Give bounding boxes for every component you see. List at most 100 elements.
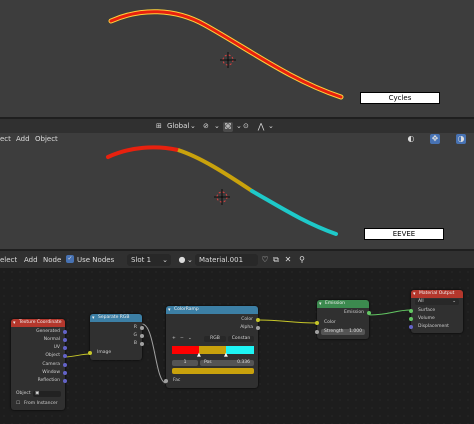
- node-emission[interactable]: Emission Emission Color Strength 1.000: [315, 300, 371, 339]
- node-separate-rgb-title: Separate RGB: [98, 315, 130, 320]
- pivot-chevron-icon[interactable]: ⌄: [214, 121, 220, 131]
- socket-reflection[interactable]: [63, 379, 67, 383]
- ramp-stop-color-swatch[interactable]: [172, 368, 254, 374]
- slot-dropdown[interactable]: Slot 1 ⌄: [127, 254, 171, 266]
- node-texture-coordinate[interactable]: Texture Coordinate Generated Normal UV O…: [11, 319, 67, 410]
- out-r: R: [133, 325, 137, 330]
- node-material-output-header[interactable]: Material Output: [411, 290, 463, 298]
- out-g: G: [133, 333, 138, 338]
- out-emission: Emission: [343, 310, 364, 315]
- socket-generated[interactable]: [63, 330, 67, 334]
- snap-chevron-icon[interactable]: ⌄: [236, 121, 242, 131]
- socket-b[interactable]: [140, 342, 144, 346]
- ramp-stop-2[interactable]: ▲: [224, 352, 228, 358]
- socket-ramp-color[interactable]: [256, 318, 260, 322]
- pivot-icon[interactable]: ⊘: [203, 121, 209, 131]
- ramp-gradient[interactable]: [172, 346, 254, 354]
- link-color-color: [257, 319, 318, 324]
- in-fac: Fac: [173, 378, 181, 383]
- slot-dropdown-label: Slot 1: [131, 256, 152, 264]
- eevee-label: EEVEE: [364, 228, 444, 240]
- socket-camera[interactable]: [63, 363, 67, 367]
- strength-field[interactable]: Strength 1.000: [321, 329, 365, 335]
- out-alpha: Alpha: [240, 325, 253, 330]
- node-colorramp-title: ColorRamp: [174, 307, 199, 312]
- node-separate-rgb[interactable]: Separate RGB R G B Image: [88, 314, 144, 360]
- node-colorramp[interactable]: ColorRamp Color Alpha + − ⌄ RGB Constan …: [164, 306, 260, 388]
- material-name-field[interactable]: Material.001: [195, 254, 258, 266]
- socket-g[interactable]: [140, 334, 144, 338]
- ramp-remove-button[interactable]: −: [180, 336, 184, 342]
- out-uv: UV: [53, 345, 60, 350]
- pin-icon[interactable]: ⚲: [297, 255, 307, 265]
- ramp-stop-index[interactable]: 1: [172, 360, 198, 366]
- output-target-chevron-icon: ⌄: [452, 299, 456, 304]
- proportional-icon[interactable]: ⊙: [243, 121, 249, 131]
- node-colorramp-header[interactable]: ColorRamp: [166, 306, 258, 314]
- socket-surface[interactable]: [409, 309, 413, 313]
- in-image: Image: [97, 350, 112, 355]
- use-nodes-label: Use Nodes: [77, 256, 115, 264]
- node-menu-node[interactable]: Node: [43, 255, 61, 265]
- fake-user-icon[interactable]: ♡: [260, 255, 270, 265]
- from-instancer-checkbox[interactable]: ☐: [16, 401, 20, 407]
- out-object: Object: [45, 353, 60, 358]
- node-emission-title: Emission: [325, 301, 346, 306]
- node-editor-header: elect Add Node ✓ Use Nodes Slot 1 ⌄ ● ⌄ …: [0, 251, 474, 268]
- node-material-output[interactable]: Material Output All ⌄ Surface Volume Dis…: [409, 290, 463, 333]
- duplicate-material-icon[interactable]: ⧉: [271, 255, 281, 265]
- out-window: Window: [42, 370, 60, 375]
- viewport-header: ⊞ Global ⌄ ⊘ ⌄ ⌘ ⌄ ⊙ ⋀ ⌄: [0, 119, 474, 133]
- cycles-curve: [109, 10, 343, 99]
- ramp-interp-dropdown[interactable]: Constan: [228, 336, 254, 342]
- socket-uv[interactable]: [63, 346, 67, 350]
- out-color: Color: [241, 317, 253, 322]
- socket-image[interactable]: [88, 351, 92, 355]
- socket-ramp-alpha[interactable]: [256, 326, 260, 330]
- material-sphere-icon[interactable]: ●: [177, 255, 187, 265]
- link-object-image: [63, 353, 91, 358]
- out-generated: Generated: [36, 329, 60, 334]
- eevee-curve-yellow: [177, 148, 254, 193]
- snap-icon[interactable]: ⌘: [223, 122, 233, 132]
- link-r-fac: [141, 323, 167, 384]
- node-emission-header[interactable]: Emission: [317, 300, 369, 308]
- socket-emission-color[interactable]: [315, 321, 319, 325]
- out-normal: Normal: [43, 337, 60, 342]
- falloff-icon[interactable]: ⋀: [256, 122, 266, 132]
- out-camera: Camera: [42, 362, 60, 367]
- output-target-dropdown[interactable]: All ⌄: [415, 299, 459, 305]
- node-separate-rgb-header[interactable]: Separate RGB: [90, 314, 142, 322]
- ramp-pos-label: Pos: [204, 360, 212, 365]
- in-emission-color: Color: [324, 320, 336, 325]
- ramp-add-button[interactable]: +: [172, 336, 176, 342]
- link-emission-surface: [368, 309, 412, 316]
- socket-normal[interactable]: [63, 338, 67, 342]
- strength-value: 1.000: [349, 329, 362, 334]
- node-menu-select[interactable]: elect: [0, 255, 17, 265]
- node-texture-coordinate-header[interactable]: Texture Coordinate: [11, 319, 65, 327]
- ramp-menu-chevron-icon[interactable]: ⌄: [188, 336, 192, 342]
- socket-fac[interactable]: [164, 379, 168, 383]
- orientation-chevron-icon[interactable]: ⌄: [190, 121, 196, 131]
- ramp-pos-field[interactable]: Pos 0.336: [200, 360, 254, 366]
- socket-r[interactable]: [140, 326, 144, 330]
- transform-orientation-dropdown[interactable]: Global: [167, 121, 189, 131]
- object-field[interactable]: ▣: [33, 391, 61, 397]
- socket-volume[interactable]: [409, 317, 413, 321]
- object-field-label: Object: [16, 391, 31, 396]
- material-browse-chevron-icon[interactable]: ⌄: [187, 255, 193, 265]
- use-nodes-checkbox[interactable]: ✓: [66, 255, 74, 263]
- slot-chevron-icon: ⌄: [162, 256, 168, 264]
- socket-object[interactable]: [63, 354, 67, 358]
- socket-strength[interactable]: [315, 330, 319, 334]
- socket-window[interactable]: [63, 371, 67, 375]
- socket-displacement[interactable]: [409, 325, 413, 329]
- socket-emission-out[interactable]: [367, 311, 371, 315]
- orientation-icon[interactable]: ⊞: [156, 121, 162, 131]
- falloff-chevron-icon[interactable]: ⌄: [268, 121, 274, 131]
- ramp-mode-dropdown[interactable]: RGB: [204, 336, 226, 342]
- unlink-material-icon[interactable]: ✕: [283, 255, 293, 265]
- node-menu-add[interactable]: Add: [24, 255, 38, 265]
- ramp-stop-1[interactable]: ▲: [197, 352, 201, 358]
